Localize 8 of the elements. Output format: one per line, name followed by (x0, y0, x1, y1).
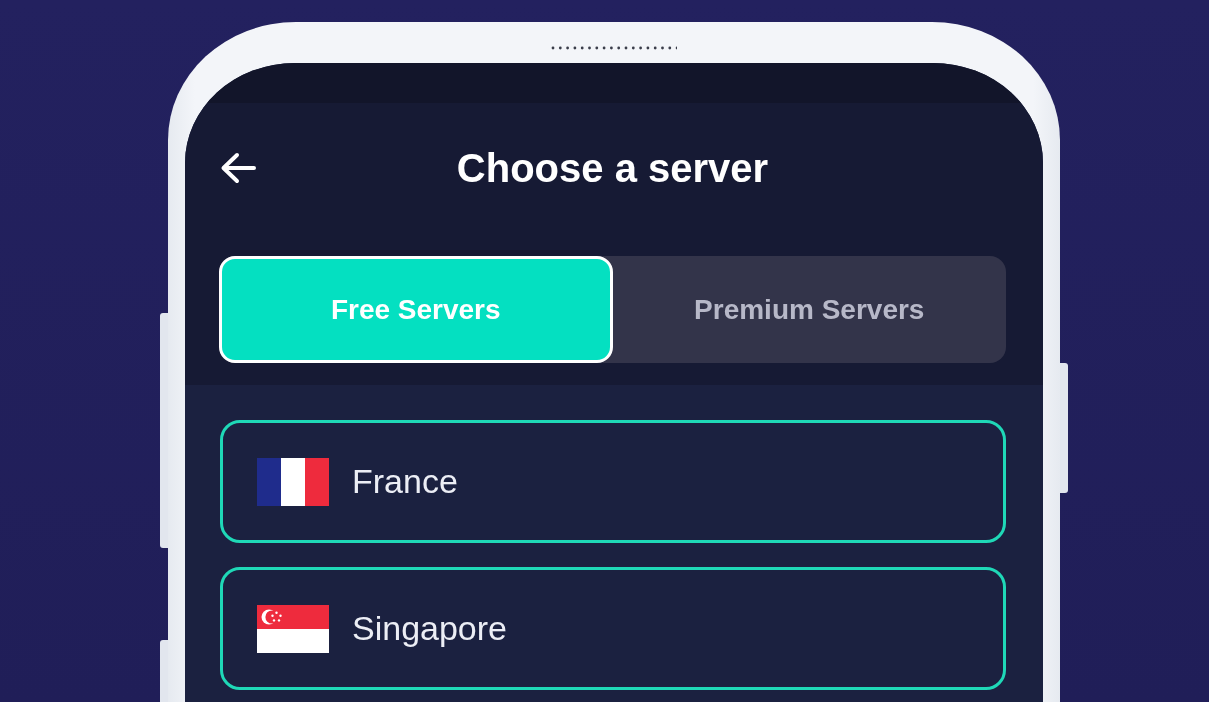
phone-side-key (160, 640, 168, 702)
screen-title: Choose a server (456, 145, 769, 191)
singapore-flag-icon (257, 604, 329, 653)
server-row[interactable]: Singapore (220, 567, 1006, 690)
tab[interactable]: Premium Servers (612, 256, 1006, 363)
france-flag-icon (257, 457, 329, 506)
back-arrow-icon[interactable] (220, 152, 256, 184)
server-row[interactable]: France (220, 420, 1006, 543)
